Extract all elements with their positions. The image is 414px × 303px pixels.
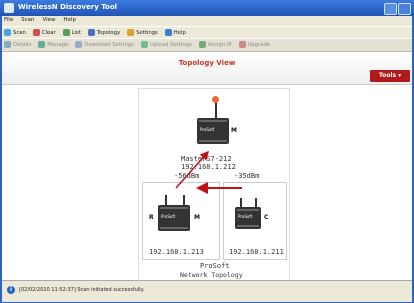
check-icon xyxy=(198,41,206,48)
upload-settings-button[interactable]: Upload Settings xyxy=(140,41,192,48)
upgrade-icon xyxy=(238,41,246,48)
help-icon xyxy=(164,29,172,36)
device-toolbar: Details Manage Download Settings Upload … xyxy=(2,38,412,51)
client-role: C xyxy=(264,214,269,221)
menu-help[interactable]: Help xyxy=(63,17,76,23)
download-icon xyxy=(75,41,83,48)
upload-icon xyxy=(140,41,148,48)
manage-icon xyxy=(38,41,46,48)
clear-button[interactable]: Clear xyxy=(32,29,56,36)
assign-ip-button[interactable]: Assign IP xyxy=(198,41,232,48)
client-device[interactable]: ProSoft xyxy=(235,207,261,229)
details-button[interactable]: Details xyxy=(4,41,31,48)
download-settings-button[interactable]: Download Settings xyxy=(75,41,134,48)
app-icon xyxy=(4,3,14,13)
list-button[interactable]: List xyxy=(62,29,81,36)
magnifier-icon xyxy=(4,29,11,36)
list-icon xyxy=(62,29,70,36)
close-button[interactable] xyxy=(398,3,411,15)
menu-view[interactable]: View xyxy=(42,17,55,23)
eraser-icon xyxy=(32,29,40,36)
upgrade-button[interactable]: Upgrade xyxy=(238,41,270,48)
repeater-role-right: M xyxy=(194,214,200,221)
repeater-device[interactable]: ProSoft xyxy=(158,205,190,231)
window-title: WirelessN Discovery Tool xyxy=(18,3,118,11)
menu-scan[interactable]: Scan xyxy=(21,17,34,23)
topology-view: Topology View Tools ▾ ProSoft M MasterS7… xyxy=(2,51,412,282)
settings-button[interactable]: Settings xyxy=(127,29,158,36)
client-ip: 192.168.1.211 xyxy=(229,248,284,256)
repeater-ip: 192.168.1.213 xyxy=(149,248,204,256)
menu-bar: File Scan View Help xyxy=(2,16,412,26)
footer-caption: Network Topology xyxy=(180,271,243,279)
footer-company: ProSoft xyxy=(200,262,230,270)
link-repeater-to-master xyxy=(175,150,209,189)
scan-button[interactable]: Scan xyxy=(4,29,26,36)
topology-button[interactable]: Topology xyxy=(87,29,120,36)
topology-icon xyxy=(87,29,95,36)
details-icon xyxy=(4,41,11,48)
title-bar: WirelessN Discovery Tool xyxy=(0,0,414,16)
help-button[interactable]: Help xyxy=(164,29,186,36)
info-icon: i xyxy=(7,286,15,294)
menu-file[interactable]: File xyxy=(4,17,13,23)
settings-icon xyxy=(127,29,135,36)
repeater-role-left: R xyxy=(149,214,154,221)
restore-button[interactable] xyxy=(384,3,397,15)
app-window: WirelessN Discovery Tool File Scan View … xyxy=(0,0,414,303)
topology-links xyxy=(175,150,242,194)
status-message: [02/02/2010 11:52:37] Scan initiated suc… xyxy=(19,287,145,293)
manage-button[interactable]: Manage xyxy=(38,41,68,48)
status-bar: i [02/02/2010 11:52:37] Scan initiated s… xyxy=(2,280,412,302)
